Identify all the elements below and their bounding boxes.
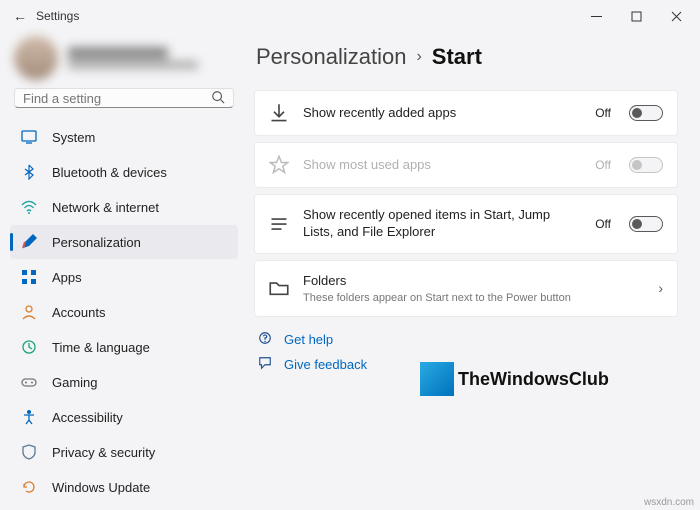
nav-system[interactable]: System bbox=[10, 120, 238, 154]
toggle-recent-apps[interactable] bbox=[629, 105, 663, 121]
watermark-icon bbox=[420, 362, 454, 396]
setting-folders[interactable]: Folders These folders appear on Start ne… bbox=[254, 260, 678, 317]
nav-gaming[interactable]: Gaming bbox=[10, 365, 238, 399]
chevron-right-icon: › bbox=[658, 280, 663, 296]
nav-apps[interactable]: Apps bbox=[10, 260, 238, 294]
source-label: wsxdn.com bbox=[644, 497, 694, 508]
privacy-icon bbox=[20, 443, 38, 461]
setting-title: Show recently opened items in Start, Jum… bbox=[303, 207, 581, 241]
list-icon bbox=[269, 214, 289, 234]
nav-personalization[interactable]: Personalization bbox=[10, 225, 238, 259]
minimize-button[interactable] bbox=[576, 2, 616, 30]
window-title: Settings bbox=[36, 9, 79, 23]
sidebar: System Bluetooth & devices Network & int… bbox=[0, 32, 244, 510]
setting-title: Show most used apps bbox=[303, 157, 581, 174]
network-icon bbox=[20, 198, 38, 216]
toggle-state: Off bbox=[595, 106, 611, 120]
star-icon bbox=[269, 155, 289, 175]
download-icon bbox=[269, 103, 289, 123]
accessibility-icon bbox=[20, 408, 38, 426]
chevron-right-icon: › bbox=[416, 48, 421, 66]
nav-accessibility[interactable]: Accessibility bbox=[10, 400, 238, 434]
nav-bluetooth[interactable]: Bluetooth & devices bbox=[10, 155, 238, 189]
apps-icon bbox=[20, 268, 38, 286]
profile-card[interactable] bbox=[14, 36, 234, 80]
accounts-icon bbox=[20, 303, 38, 321]
personalization-icon bbox=[20, 233, 38, 251]
bluetooth-icon bbox=[20, 163, 38, 181]
breadcrumb: Personalization › Start bbox=[256, 44, 678, 70]
setting-title: Folders bbox=[303, 273, 644, 290]
maximize-button[interactable] bbox=[616, 2, 656, 30]
get-help-link[interactable]: Get help bbox=[254, 331, 678, 348]
breadcrumb-parent[interactable]: Personalization bbox=[256, 44, 406, 70]
main-content: Personalization › Start Show recently ad… bbox=[244, 32, 700, 510]
toggle-state: Off bbox=[595, 158, 611, 172]
nav-update[interactable]: Windows Update bbox=[10, 470, 238, 504]
close-button[interactable] bbox=[656, 2, 696, 30]
folder-icon bbox=[269, 278, 289, 298]
feedback-icon bbox=[258, 356, 274, 373]
help-icon bbox=[258, 331, 274, 348]
nav-time[interactable]: Time & language bbox=[10, 330, 238, 364]
setting-subtitle: These folders appear on Start next to th… bbox=[303, 292, 644, 304]
setting-most-used: Show most used apps Off bbox=[254, 142, 678, 188]
gaming-icon bbox=[20, 373, 38, 391]
toggle-recent-items[interactable] bbox=[629, 216, 663, 232]
back-button[interactable]: ← bbox=[4, 8, 36, 24]
search-input[interactable] bbox=[23, 91, 211, 106]
system-icon bbox=[20, 128, 38, 146]
avatar bbox=[14, 36, 58, 80]
toggle-most-used bbox=[629, 157, 663, 173]
toggle-state: Off bbox=[595, 217, 611, 231]
nav-list: System Bluetooth & devices Network & int… bbox=[10, 120, 238, 504]
title-bar: ← Settings bbox=[0, 0, 700, 32]
breadcrumb-current: Start bbox=[432, 44, 482, 70]
update-icon bbox=[20, 478, 38, 496]
nav-accounts[interactable]: Accounts bbox=[10, 295, 238, 329]
nav-network[interactable]: Network & internet bbox=[10, 190, 238, 224]
search-box[interactable] bbox=[14, 88, 234, 108]
time-icon bbox=[20, 338, 38, 356]
watermark: TheWindowsClub bbox=[420, 362, 609, 396]
setting-recent-apps[interactable]: Show recently added apps Off bbox=[254, 90, 678, 136]
setting-title: Show recently added apps bbox=[303, 105, 581, 122]
nav-privacy[interactable]: Privacy & security bbox=[10, 435, 238, 469]
search-icon bbox=[211, 90, 225, 107]
setting-recent-items[interactable]: Show recently opened items in Start, Jum… bbox=[254, 194, 678, 254]
